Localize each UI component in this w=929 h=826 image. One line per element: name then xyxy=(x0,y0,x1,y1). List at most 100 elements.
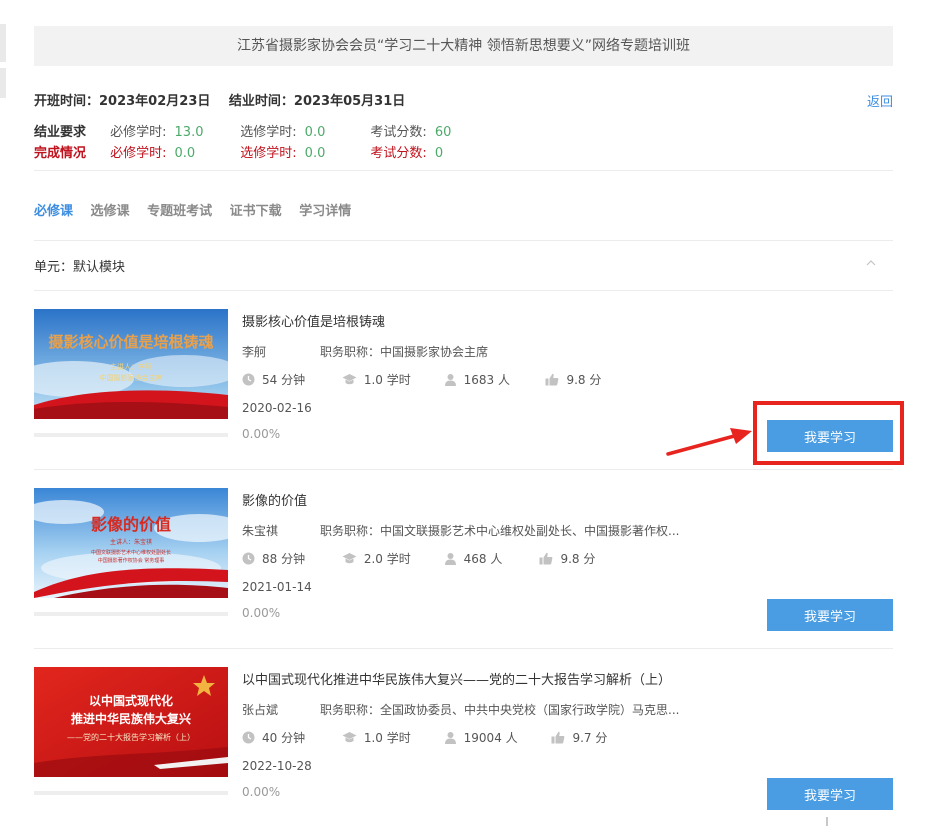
divider xyxy=(34,240,893,241)
course-title[interactable]: 以中国式现代化推进中华民族伟大复兴——党的二十大报告学习解析（上） xyxy=(242,669,671,688)
course-rating: 9.8 分 xyxy=(560,552,596,566)
tab-certificate[interactable]: 证书下载 xyxy=(230,204,282,219)
progress-bar xyxy=(34,612,228,616)
user-icon xyxy=(444,732,456,744)
learn-button[interactable]: 我要学习 xyxy=(767,599,893,631)
thumb-line: 以中国式现代化 xyxy=(89,693,173,708)
course-credits: 1.0 学时 xyxy=(363,373,411,387)
teacher-position: 职务职称：中国摄影家协会主席 xyxy=(320,345,489,359)
course-thumbnail[interactable]: 以中国式现代化 推进中华民族伟大复兴 ——党的二十大报告学习解析（上） xyxy=(34,667,228,777)
req-exam-label: 考试分数: xyxy=(370,125,427,140)
teacher-position: 职务职称：全国政协委员、中共中央党校（国家行政学院）马克思... xyxy=(320,703,680,717)
course-item: 影像的价值 主讲人：朱宝祺 中国文联摄影艺术中心维权处副处长 中国摄影著作权协会… xyxy=(34,488,893,648)
course-duration: 54 分钟 xyxy=(262,373,306,387)
highlight-box xyxy=(753,401,904,465)
course-item: 以中国式现代化 推进中华民族伟大复兴 ——党的二十大报告学习解析（上） 以中国式… xyxy=(34,667,893,826)
thumb-line: 中国摄影著作权协会 常务理事 xyxy=(98,557,165,564)
clock-icon xyxy=(242,373,255,386)
banner-title: 江苏省摄影家协会会员“学习二十大精神 领悟新思想要义”网络专题培训班 xyxy=(237,38,690,54)
tab-details[interactable]: 学习详情 xyxy=(299,204,351,219)
course-credits: 1.0 学时 xyxy=(363,731,411,745)
graduation-cap-icon xyxy=(342,374,357,385)
tab-elective[interactable]: 选修课 xyxy=(91,204,130,219)
user-icon xyxy=(444,553,456,565)
teacher-name: 李舸 xyxy=(242,345,267,359)
req-exam-value: 60 xyxy=(434,125,452,140)
thumb-line: 主讲人：李舸 xyxy=(110,362,152,371)
progress-bar xyxy=(34,791,228,795)
completion-label: 完成情况 xyxy=(34,146,87,161)
requirements-label: 结业要求 xyxy=(34,125,87,140)
comp-exam-value: 0 xyxy=(434,146,444,161)
divider xyxy=(34,469,893,470)
thumb-line: 推进中华民族伟大复兴 xyxy=(71,711,191,726)
class-dates: 开班时间：2023年02月23日 结业时间：2023年05月31日 xyxy=(34,90,419,109)
course-duration: 88 分钟 xyxy=(262,552,306,566)
thumb-line: ——党的二十大报告学习解析（上） xyxy=(67,732,195,742)
course-title[interactable]: 影像的价值 xyxy=(242,490,307,509)
comp-elective-value: 0.0 xyxy=(304,146,326,161)
thumb-line: 中国文联摄影艺术中心维权处副处长 xyxy=(91,549,171,556)
thumb-title: 摄影核心价值是培根铸魂 xyxy=(48,333,213,351)
clock-icon xyxy=(242,731,255,744)
thumb-title: 影像的价值 xyxy=(91,515,171,534)
teacher-position: 职务职称：中国文联摄影艺术中心维权处副处长、中国摄影著作权... xyxy=(320,524,680,538)
comp-required-label: 必修学时: xyxy=(110,146,167,161)
graduation-cap-icon xyxy=(342,553,357,564)
course-thumbnail[interactable]: 摄影核心价值是培根铸魂 主讲人：李舸 中国摄影家协会主席 xyxy=(34,309,228,419)
course-date: 2021-01-14 xyxy=(242,580,312,594)
course-thumbnail[interactable]: 影像的价值 主讲人：朱宝祺 中国文联摄影艺术中心维权处副处长 中国摄影著作权协会… xyxy=(34,488,228,598)
course-tabs: 必修课 选修课 专题班考试 证书下载 学习详情 xyxy=(34,200,364,219)
thumb-line: 中国摄影家协会主席 xyxy=(100,373,163,382)
req-elective-label: 选修学时: xyxy=(240,125,297,140)
start-date: 开班时间：2023年02月23日 xyxy=(34,94,211,109)
course-teacher: 张占斌 职务职称：全国政协委员、中共中央党校（国家行政学院）马克思... xyxy=(242,701,679,718)
course-learners: 19004 人 xyxy=(463,731,518,745)
course-teacher: 李舸 职务职称：中国摄影家协会主席 xyxy=(242,343,488,360)
teacher-name: 朱宝祺 xyxy=(242,524,279,538)
course-stats: 54 分钟 1.0 学时 1683 人 9.8 分 xyxy=(242,371,601,388)
graduation-cap-icon xyxy=(342,732,357,743)
completion-row: 完成情况 必修学时: 0.0 选修学时: 0.0 考试分数: 0 xyxy=(34,142,443,161)
scroll-tick xyxy=(826,817,828,826)
course-stats: 40 分钟 1.0 学时 19004 人 9.7 分 xyxy=(242,729,607,746)
course-learners: 1683 人 xyxy=(463,373,511,387)
course-progress-text: 0.00% xyxy=(242,427,281,441)
divider xyxy=(34,290,893,291)
course-date: 2020-02-16 xyxy=(242,401,312,415)
divider xyxy=(34,170,893,171)
unit-title: 单元：默认模块 xyxy=(34,260,126,275)
course-title[interactable]: 摄影核心价值是培根铸魂 xyxy=(242,311,385,330)
thumbs-up-icon xyxy=(551,731,565,744)
thumbs-up-icon xyxy=(545,373,559,386)
chevron-up-icon[interactable] xyxy=(866,259,876,267)
end-date: 结业时间：2023年05月31日 xyxy=(228,94,406,109)
comp-elective-label: 选修学时: xyxy=(240,146,297,161)
clock-icon xyxy=(242,552,255,565)
comp-required-value: 0.0 xyxy=(174,146,196,161)
course-date: 2022-10-28 xyxy=(242,759,312,773)
progress-bar xyxy=(34,433,228,437)
req-required-label: 必修学时: xyxy=(110,125,167,140)
course-banner: 江苏省摄影家协会会员“学习二十大精神 领悟新思想要义”网络专题培训班 xyxy=(34,26,893,66)
left-edge-strip xyxy=(0,0,6,826)
teacher-name: 张占斌 xyxy=(242,703,279,717)
req-required-value: 13.0 xyxy=(174,125,204,140)
course-duration: 40 分钟 xyxy=(262,731,306,745)
divider xyxy=(34,648,893,649)
course-progress-text: 0.00% xyxy=(242,785,281,799)
learn-button[interactable]: 我要学习 xyxy=(767,778,893,810)
arrow-annotation xyxy=(666,428,752,456)
tab-required[interactable]: 必修课 xyxy=(34,204,73,219)
user-icon xyxy=(444,374,456,386)
tab-exam[interactable]: 专题班考试 xyxy=(147,204,212,219)
back-link[interactable]: 返回 xyxy=(867,91,893,110)
course-rating: 9.7 分 xyxy=(572,731,608,745)
comp-exam-label: 考试分数: xyxy=(370,146,427,161)
req-elective-value: 0.0 xyxy=(304,125,326,140)
requirements-row: 结业要求 必修学时: 13.0 选修学时: 0.0 考试分数: 60 xyxy=(34,121,451,140)
course-teacher: 朱宝祺 职务职称：中国文联摄影艺术中心维权处副处长、中国摄影著作权... xyxy=(242,522,679,539)
course-rating: 9.8 分 xyxy=(566,373,602,387)
thumbs-up-icon xyxy=(539,552,553,565)
course-credits: 2.0 学时 xyxy=(363,552,411,566)
